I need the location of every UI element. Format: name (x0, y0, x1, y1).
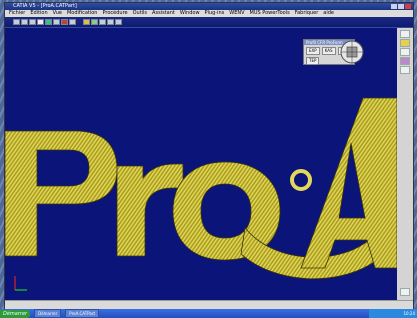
redo-icon[interactable] (69, 19, 76, 25)
compass-icon[interactable] (339, 39, 365, 65)
clock: 10:24 (403, 311, 415, 316)
menu-item[interactable]: MUS PowerTools (250, 10, 290, 17)
copy-icon[interactable] (45, 19, 52, 25)
panel-button[interactable]: TEP (306, 57, 320, 65)
menu-item[interactable]: Fichier (9, 10, 25, 17)
zoom-in-icon[interactable] (107, 19, 114, 25)
3d-viewport[interactable] (5, 28, 397, 300)
paste-icon[interactable] (53, 19, 60, 25)
window-title: CATIA V5 - [ProA.CATPart] (13, 3, 77, 9)
new-icon[interactable] (13, 19, 20, 25)
close-icon[interactable] (405, 4, 411, 9)
toolbar (5, 17, 413, 39)
menu-item[interactable]: Plug-ins (205, 10, 225, 17)
tool-icon[interactable] (400, 30, 410, 38)
taskbar-item[interactable]: ProA.CATPart (65, 309, 100, 318)
menu-bar: Fichier Édition Vue Modification Procédu… (5, 10, 413, 17)
pan-icon[interactable] (91, 19, 98, 25)
undo-icon[interactable] (61, 19, 68, 25)
taskbar: Démarrer Démarrer ProA.CATPart 10:24 (0, 309, 417, 318)
tool-icon[interactable] (400, 66, 410, 74)
zoom-out-icon[interactable] (115, 19, 122, 25)
right-toolbar (397, 28, 413, 300)
engraving-geometry (5, 97, 397, 291)
menu-item[interactable]: Outils (133, 10, 147, 17)
start-button[interactable]: Démarrer (0, 309, 31, 318)
maximize-icon[interactable] (398, 4, 404, 9)
tool-icon[interactable] (400, 39, 410, 47)
tool-icon[interactable] (400, 288, 410, 296)
cut-icon[interactable] (37, 19, 44, 25)
rotate-icon[interactable] (99, 19, 106, 25)
menu-item[interactable]: Fabriquer (295, 10, 319, 17)
menu-item[interactable]: Édition (30, 10, 47, 17)
menu-item[interactable]: WENV (229, 10, 244, 17)
fit-all-icon[interactable] (83, 19, 90, 25)
menu-item[interactable]: Vue (53, 10, 62, 17)
taskbar-item[interactable]: Démarrer (34, 309, 62, 318)
menu-item[interactable]: Assistant (152, 10, 175, 17)
menu-item[interactable]: aide (323, 10, 334, 17)
letter-p-shape (5, 130, 118, 257)
tool-icon[interactable] (400, 48, 410, 56)
panel-button[interactable]: EXP (306, 47, 320, 55)
letter-a-shape (300, 97, 397, 269)
minimize-icon[interactable] (391, 4, 397, 9)
hole-circle (290, 169, 312, 191)
menu-item[interactable]: Window (180, 10, 200, 17)
app-window: CATIA V5 - [ProA.CATPart] Fichier Éditio… (4, 2, 414, 310)
system-tray: 10:24 (369, 309, 417, 318)
menu-item[interactable]: Procédure (102, 10, 127, 17)
title-bar[interactable]: CATIA V5 - [ProA.CATPart] (5, 3, 413, 10)
panel-button[interactable]: KAS (321, 47, 336, 55)
open-icon[interactable] (21, 19, 28, 25)
menu-item[interactable]: Modification (67, 10, 97, 17)
save-icon[interactable] (29, 19, 36, 25)
tool-icon[interactable] (400, 57, 410, 65)
